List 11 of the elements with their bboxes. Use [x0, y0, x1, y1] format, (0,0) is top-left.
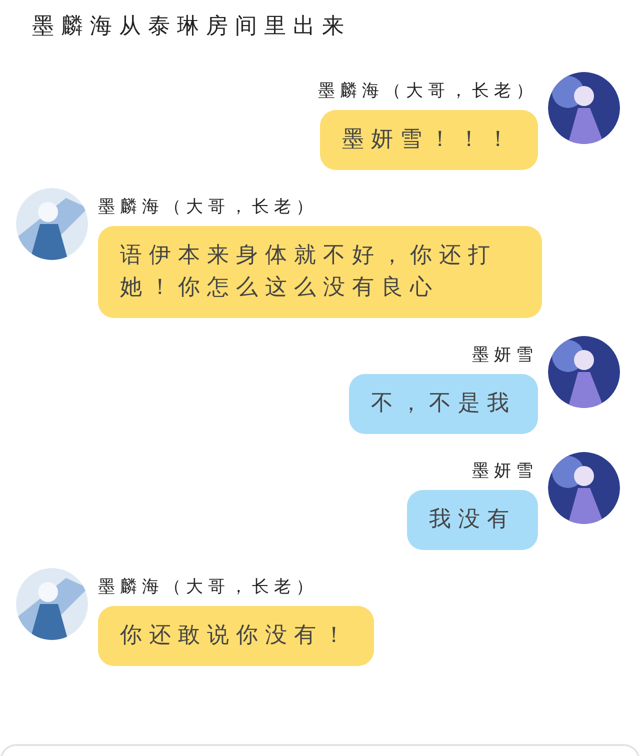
- message-bubble: 墨妍雪！！！: [320, 110, 538, 170]
- sender-name: 墨妍雪: [472, 344, 538, 366]
- sender-name: 墨麟海（大哥，长老）: [98, 576, 318, 598]
- page-title: 墨麟海从泰琳房间里出来: [32, 13, 352, 41]
- sender-name: 墨麟海（大哥，长老）: [318, 80, 538, 102]
- message-bubble: 你还敢说你没有！: [98, 606, 374, 666]
- message-bubble: 我没有: [407, 490, 538, 550]
- message-bubble: 不，不是我: [349, 374, 538, 434]
- message-bubble: 语伊本来身体就不好，你还打她！你怎么这么没有良心: [98, 226, 542, 318]
- sender-name: 墨麟海（大哥，长老）: [98, 196, 318, 218]
- sender-name: 墨妍雪: [472, 460, 538, 482]
